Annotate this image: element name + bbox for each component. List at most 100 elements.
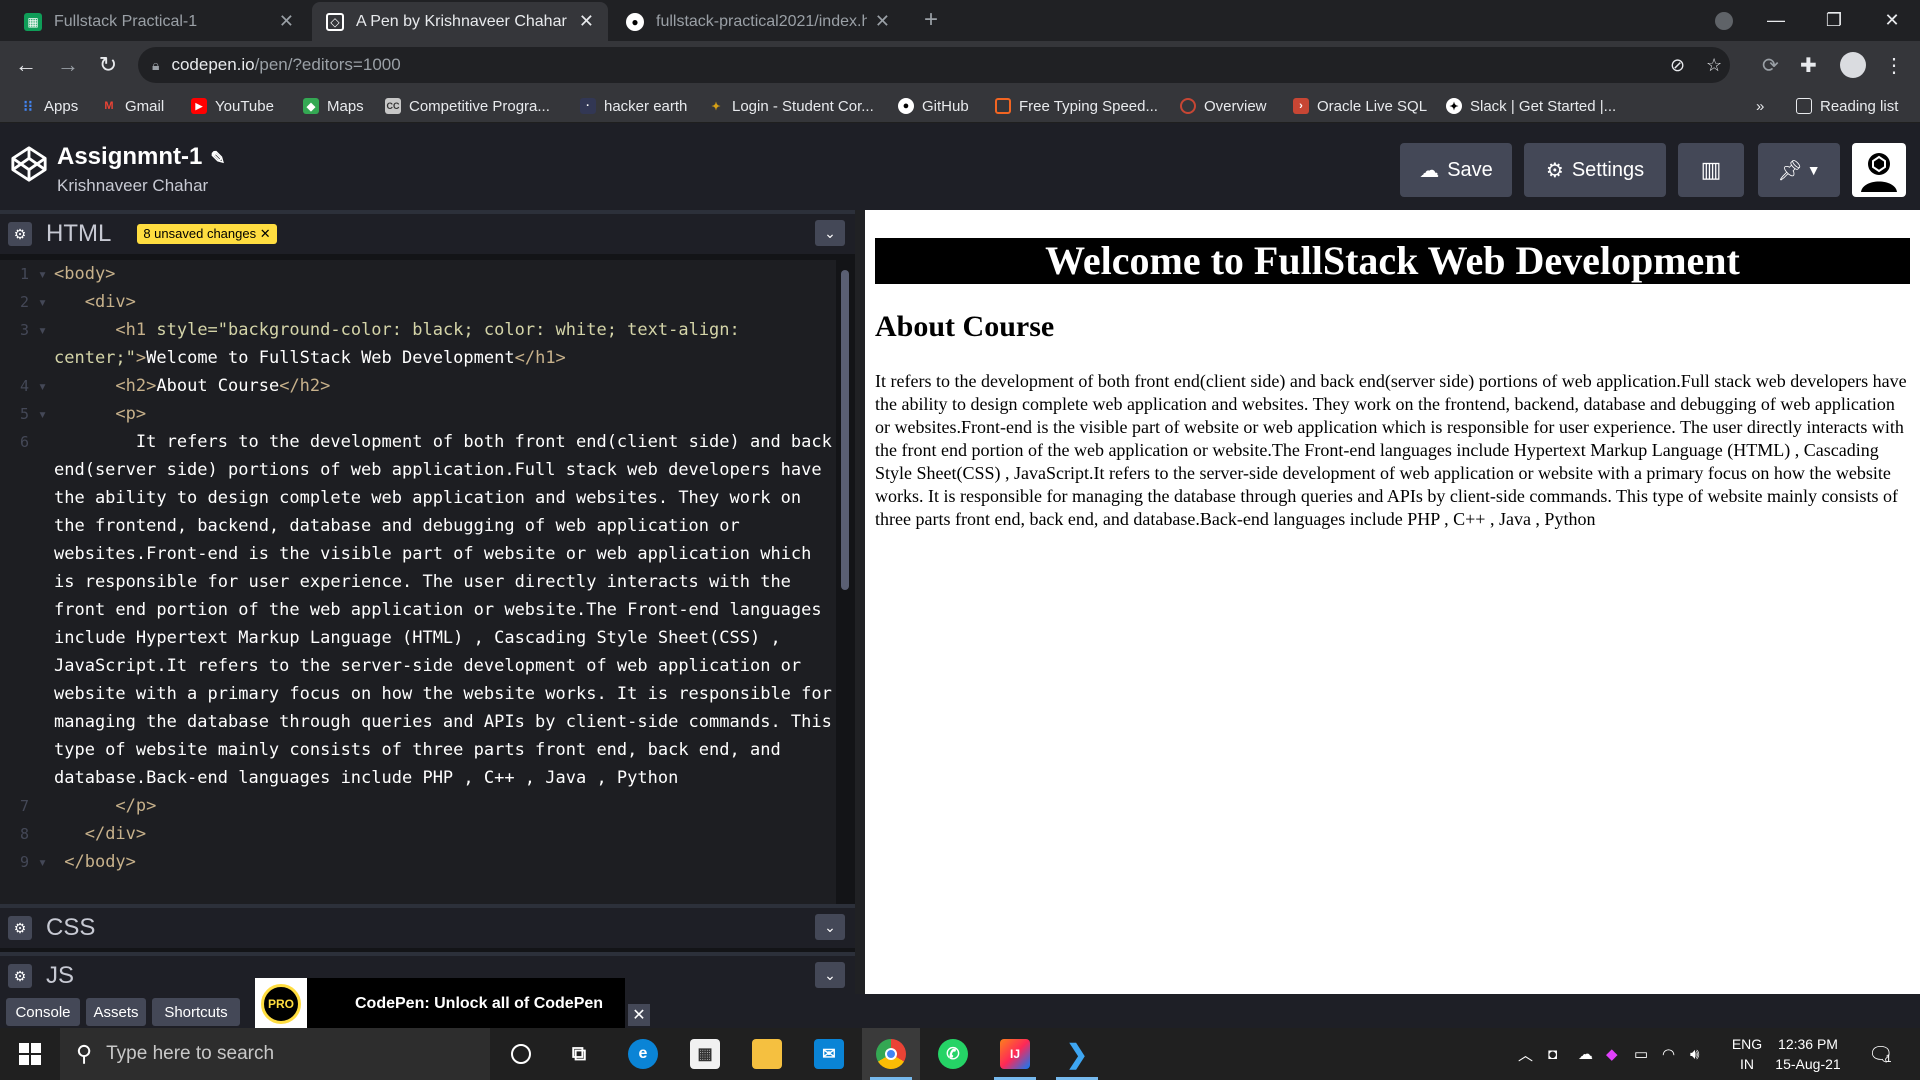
bookmark-youtube[interactable]: ▶ YouTube — [191, 89, 274, 123]
pro-promo-banner[interactable]: PRO CodePen: Unlock all of CodePen — [255, 978, 625, 1030]
pro-badge-icon: PRO — [255, 978, 307, 1030]
gear-icon[interactable]: ⚙ — [8, 916, 32, 940]
html-editor-header[interactable]: ⚙ HTML 8 unsaved changes ✕ ⌄ — [0, 210, 855, 254]
action-center-button[interactable]: 🗨︎ 1 — [1868, 1028, 1893, 1080]
forward-arrow-icon[interactable]: → — [54, 51, 82, 79]
profile-avatar[interactable] — [1840, 52, 1866, 78]
window-close-icon[interactable]: ✕ — [1864, 0, 1920, 41]
bookmark-competitive-programming[interactable]: CC Competitive Progra... — [385, 89, 550, 123]
unsaved-changes-badge[interactable]: 8 unsaved changes ✕ — [137, 224, 277, 244]
tab-fullstack-practical-1[interactable]: ▦ Fullstack Practical-1 ✕ — [10, 2, 308, 41]
pen-author[interactable]: Krishnaveer Chahar — [57, 176, 208, 196]
bookmark-maps[interactable]: ◆ Maps — [303, 89, 364, 123]
gear-icon[interactable]: ⚙ — [8, 222, 32, 246]
bookmark-label: Free Typing Speed... — [1019, 97, 1158, 115]
taskbar-store[interactable]: ▦ — [676, 1028, 734, 1080]
taskbar-whatsapp[interactable]: ✆ — [924, 1028, 982, 1080]
clock-date: 15-Aug-21 — [1775, 1056, 1841, 1072]
bookmark-github[interactable]: ● GitHub — [898, 89, 969, 123]
bookmark-gmail[interactable]: M Gmail — [101, 89, 164, 123]
close-icon[interactable]: ✕ — [260, 226, 271, 241]
html-code-editor[interactable]: 1 ▾ <body> 2 ▾ <div> 3 ▾ <h1 style="backg… — [0, 260, 836, 904]
windows-start-button[interactable] — [0, 1028, 60, 1080]
editor-scrollbar[interactable] — [836, 260, 855, 904]
notification-count: 1 — [1885, 1053, 1892, 1065]
edge-icon: e — [628, 1039, 658, 1069]
vscode-icon: ❯ — [1066, 1038, 1088, 1069]
tab-github-index[interactable]: ● fullstack-practical2021/index.htm ✕ — [612, 2, 904, 41]
folder-icon — [752, 1039, 782, 1069]
new-tab-plus-icon[interactable]: + — [924, 6, 938, 34]
back-arrow-icon[interactable]: ← — [12, 51, 40, 79]
chevron-down-icon[interactable]: ⌄ — [815, 914, 845, 940]
address-bar[interactable]: 🔒︎ codepen.io/pen/?editors=1000 ⊘ ☆ — [138, 47, 1730, 83]
taskbar-search[interactable]: ⚲ Type here to search — [60, 1028, 490, 1080]
close-icon[interactable]: ✕ — [628, 1004, 650, 1026]
reading-list-button[interactable]: Reading list — [1796, 89, 1898, 123]
change-view-button[interactable]: ▥ — [1678, 143, 1744, 197]
line-number: 6 — [20, 433, 30, 451]
close-icon[interactable]: ✕ — [279, 11, 294, 32]
eye-off-icon[interactable]: ⊘ — [1670, 55, 1685, 76]
close-icon[interactable]: ✕ — [875, 11, 890, 32]
bookmark-student-corner[interactable]: ✦ Login - Student Cor... — [708, 89, 873, 123]
line-number: 7 — [20, 797, 30, 815]
tray-colorful-app-icon[interactable]: ◆ — [1606, 1028, 1618, 1080]
speaker-icon[interactable]: 🔊︎ — [1690, 1028, 1699, 1080]
user-avatar[interactable] — [1852, 143, 1906, 197]
bookmark-slack[interactable]: ✦ Slack | Get Started |... — [1446, 89, 1616, 123]
shortcuts-button[interactable]: Shortcuts — [152, 998, 240, 1026]
minimize-icon[interactable]: — — [1748, 0, 1804, 41]
cloud-icon: ☁ — [1419, 159, 1440, 182]
taskbar-intellij[interactable]: IJ — [986, 1028, 1044, 1080]
reload-icon[interactable]: ↻ — [94, 51, 122, 79]
bookmark-free-typing[interactable]: Free Typing Speed... — [995, 89, 1158, 123]
codepen-logo-icon[interactable] — [10, 145, 48, 183]
onedrive-cloud-icon[interactable]: ☁ — [1578, 1028, 1593, 1080]
chevron-down-icon[interactable]: ⌄ — [815, 220, 845, 246]
bookmark-star-icon[interactable]: ☆ — [1706, 55, 1722, 76]
bookmarks-overflow-button[interactable]: » — [1756, 89, 1764, 123]
scrollbar-thumb[interactable] — [841, 270, 849, 590]
cortana-button[interactable] — [492, 1028, 550, 1080]
assets-button[interactable]: Assets — [86, 998, 146, 1026]
settings-button[interactable]: ⚙ Settings — [1524, 143, 1666, 197]
extensions-puzzle-icon[interactable]: ✚ — [1800, 53, 1817, 78]
task-view-button[interactable]: ⧉ — [550, 1028, 608, 1080]
tab-codepen-pen[interactable]: ◇ A Pen by Krishnaveer Chahar ✕ — [312, 2, 608, 41]
tray-app-icon[interactable]: ◘ — [1548, 1028, 1557, 1080]
tab-search-icon[interactable] — [1696, 0, 1752, 41]
chrome-menu-icon[interactable]: ⋮ — [1884, 53, 1904, 78]
bookmark-overview[interactable]: Overview — [1180, 89, 1267, 123]
user-avatar-icon — [1861, 153, 1897, 192]
input-language[interactable]: ENG IN — [1730, 1034, 1764, 1074]
extension-sync-icon[interactable]: ⟳ — [1762, 53, 1779, 78]
pencil-edit-icon[interactable]: ✎ — [210, 148, 225, 168]
css-editor-header[interactable]: ⚙ CSS ⌄ — [0, 904, 855, 948]
chevron-down-icon[interactable]: ⌄ — [815, 962, 845, 988]
hackerearth-icon: · — [580, 98, 596, 114]
bookmark-oracle-live-sql[interactable]: › Oracle Live SQL — [1293, 89, 1427, 123]
taskbar-edge[interactable]: e — [614, 1028, 672, 1080]
cortana-icon — [511, 1044, 531, 1064]
browser-tab-strip: ▦ Fullstack Practical-1 ✕ ◇ A Pen by Kri… — [0, 0, 1920, 41]
taskbar-vscode[interactable]: ❯ — [1048, 1028, 1106, 1080]
taskbar-clock[interactable]: 12:36 PM 15-Aug-21 — [1768, 1034, 1848, 1074]
close-icon[interactable]: ✕ — [579, 11, 594, 32]
restore-icon[interactable]: ❐ — [1806, 0, 1862, 41]
taskbar-file-explorer[interactable] — [738, 1028, 796, 1080]
bookmark-hacker-earth[interactable]: · hacker earth — [580, 89, 687, 123]
wifi-icon[interactable]: ◠ — [1662, 1028, 1675, 1080]
bookmark-label: YouTube — [215, 97, 274, 115]
battery-icon[interactable]: ▭ — [1634, 1028, 1648, 1080]
code-token: <h1 — [115, 320, 157, 340]
taskbar-chrome[interactable] — [862, 1028, 920, 1080]
pen-title[interactable]: Assignmnt-1 ✎ — [57, 143, 225, 171]
taskbar-mail[interactable]: ✉ — [800, 1028, 858, 1080]
gear-icon[interactable]: ⚙ — [8, 964, 32, 988]
pin-menu-button[interactable]: 📌︎ ▼ — [1758, 143, 1840, 197]
save-button[interactable]: ☁ Save — [1400, 143, 1512, 197]
bookmark-apps[interactable]: ⁝⁝ Apps — [20, 89, 78, 123]
tray-overflow-chevron-icon[interactable]: ︿ — [1518, 1028, 1533, 1080]
console-button[interactable]: Console — [6, 998, 80, 1026]
